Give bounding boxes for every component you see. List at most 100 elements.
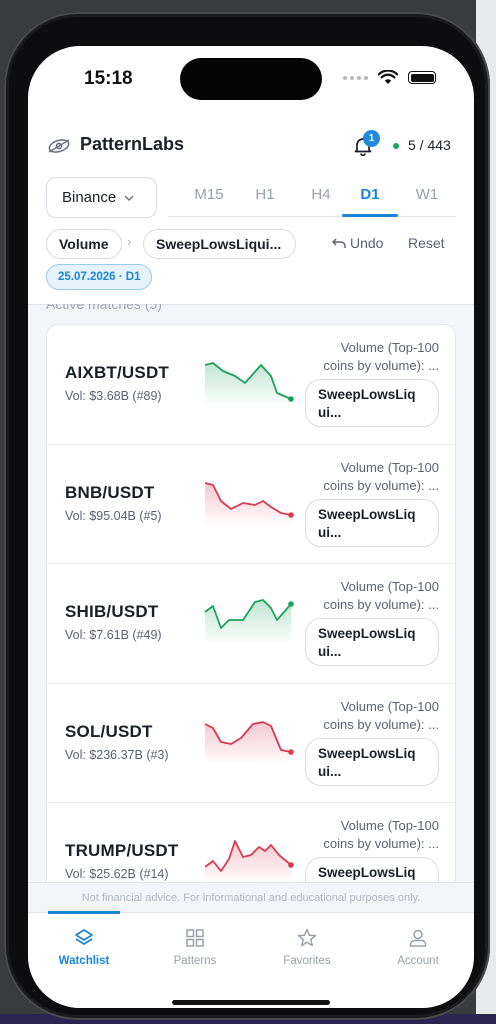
pattern-chip[interactable]: SweepLowsLiq ui... <box>305 379 439 427</box>
sparkline-end-dot <box>288 748 294 755</box>
tab-m15[interactable]: M15 <box>182 186 236 203</box>
sparkline-end-dot <box>288 862 294 868</box>
pattern-line: SweepLowsLiq <box>318 506 416 522</box>
sparkline-end-dot <box>288 511 294 518</box>
tab-d1[interactable]: D1 <box>343 186 397 203</box>
user-icon <box>409 929 427 947</box>
nav-favorites[interactable]: Favorites <box>262 927 352 967</box>
pair-name: TRUMP/USDT <box>65 841 179 860</box>
tab-h1[interactable]: H1 <box>238 186 292 203</box>
pattern-chip[interactable]: SweepLowsLiqui... <box>305 857 439 882</box>
reset-button[interactable]: Reset <box>408 235 445 251</box>
grid-icon <box>186 929 204 947</box>
undo-label: Undo <box>350 235 384 251</box>
active-tab-indicator <box>342 214 398 217</box>
phone-frame: 15:18 PatternLabs 1 5 / 443 Binance M15 … <box>4 12 490 1020</box>
rule-line: coins by volume): ... <box>323 597 439 612</box>
rule-line: Volume (Top-100 <box>340 340 439 355</box>
undo-button[interactable]: Undo <box>332 235 383 251</box>
pattern-line: ui... <box>318 405 342 420</box>
nav-account[interactable]: Account <box>373 927 463 967</box>
match-row[interactable]: SHIB/USDT Vol: $7.61B (#49) Volume (Top-10… <box>47 564 455 684</box>
tab-w1[interactable]: W1 <box>400 186 454 203</box>
nav-active-indicator <box>48 911 120 914</box>
exchange-select[interactable]: Binance <box>46 177 157 218</box>
volume-text: Vol: $7.61B (#49) <box>65 628 162 642</box>
nav-label: Watchlist <box>58 955 110 967</box>
volume-text: Vol: $236.37B (#3) <box>65 747 169 762</box>
breadcrumb-pattern[interactable]: SweepLowsLiqui... <box>143 229 296 259</box>
rule-line: Volume (Top-100 <box>340 698 439 714</box>
matches-list[interactable]: Active matches (5) AIXBT/USDT Vol: $3.68B… <box>28 304 474 882</box>
volume-text: Vol: $25.62B (#14) <box>65 867 169 881</box>
match-row[interactable]: BNB/USDT Vol: $95.04B (#5) Volume (Top-100… <box>47 445 455 564</box>
battery-icon <box>408 71 436 84</box>
rule-text: Volume (Top-100 coins by volume): ... <box>289 459 439 495</box>
star-icon <box>297 928 317 947</box>
rule-text: Volume (Top-100 coins by volume): ... <box>289 578 439 614</box>
pair-name: SOL/USDT <box>65 721 153 741</box>
sparkline-chart <box>205 362 294 403</box>
pattern-line: SweepLowsLiq <box>318 745 416 761</box>
signal-icon <box>343 75 368 80</box>
rule-line: Volume (Top-100 <box>340 459 439 475</box>
rule-text: Volume (Top-100 coins by volume): ... <box>289 339 439 375</box>
bottom-nav: Watchlist Patterns Favorites Account <box>28 911 474 1008</box>
pair-name: SHIB/USDT <box>65 602 159 621</box>
pair-name: BNB/USDT <box>65 482 155 502</box>
pattern-line: SweepLowsLiq <box>318 626 416 641</box>
pattern-chip[interactable]: SweepLowsLiq ui... <box>305 737 439 786</box>
exchange-label: Binance <box>62 189 117 206</box>
status-icons <box>343 70 436 85</box>
rule-line: coins by volume): ... <box>323 836 439 851</box>
online-status-dot <box>393 143 399 149</box>
match-row[interactable]: AIXBT/USDT Vol: $3.68B (#89) Volume (Top-1… <box>47 325 455 445</box>
layers-icon <box>75 929 93 945</box>
nav-label: Account <box>397 955 439 967</box>
undo-icon <box>332 237 346 248</box>
pattern-chip[interactable]: SweepLowsLiq ui... <box>305 498 439 547</box>
status-time: 15:18 <box>84 68 133 89</box>
sparkline-chart <box>205 720 294 762</box>
app-screen: 15:18 PatternLabs 1 5 / 443 Binance M15 … <box>28 46 474 1008</box>
sparkline-chart <box>205 599 294 642</box>
eye-logo-icon <box>48 139 70 153</box>
rule-line: coins by volume): ... <box>323 477 439 493</box>
rule-line: Volume (Top-100 <box>340 818 439 833</box>
pattern-line: SweepLowsLiq <box>318 387 416 402</box>
nav-patterns[interactable]: Patterns <box>150 927 240 967</box>
pattern-line: ui... <box>318 763 342 779</box>
pattern-line: SweepLowsLiq <box>318 865 416 880</box>
pattern-line: ui... <box>318 644 342 659</box>
nav-label: Favorites <box>283 955 331 967</box>
volume-text: Vol: $3.68B (#89) <box>65 389 162 403</box>
pattern-line: ui... <box>318 524 342 540</box>
pattern-chip[interactable]: SweepLowsLiq ui... <box>305 618 439 666</box>
section-label: Active matches (5) <box>46 304 162 312</box>
sparkline-end-dot <box>288 396 294 402</box>
rule-line: coins by volume): ... <box>323 358 439 373</box>
notification-badge: 1 <box>363 130 380 147</box>
dynamic-island <box>180 58 322 100</box>
volume-text: Vol: $95.04B (#5) <box>65 508 162 523</box>
home-indicator <box>172 1000 330 1005</box>
timeframe-tabs: M15 H1 H4 D1 W1 <box>168 177 456 217</box>
nav-label: Patterns <box>173 955 217 967</box>
pair-name: AIXBT/USDT <box>65 363 169 382</box>
match-row[interactable]: TRUMP/USDT Vol: $25.62B (#14) Volume (Top-… <box>47 803 455 882</box>
rule-line: Volume (Top-100 <box>340 579 439 594</box>
sparkline-chart <box>205 481 294 523</box>
rule-line: coins by volume): ... <box>323 716 439 732</box>
matches-card: AIXBT/USDT Vol: $3.68B (#89) Volume (Top-1… <box>46 324 456 882</box>
match-count: 5 / 443 <box>408 137 451 153</box>
wifi-icon <box>378 70 398 84</box>
chevron-down-icon <box>124 195 134 201</box>
brand-name: PatternLabs <box>80 134 185 154</box>
tab-h4[interactable]: H4 <box>294 186 348 203</box>
date-chip: 25.07.2026 · D1 <box>46 264 153 290</box>
nav-watchlist[interactable]: Watchlist <box>39 927 129 967</box>
sparkline-area <box>205 841 291 881</box>
match-row[interactable]: SOL/USDT Vol: $236.37B (#3) Volume (Top-10… <box>47 684 455 803</box>
app-header: PatternLabs 1 5 / 443 <box>28 130 474 164</box>
breadcrumb-volume[interactable]: Volume <box>46 229 122 259</box>
